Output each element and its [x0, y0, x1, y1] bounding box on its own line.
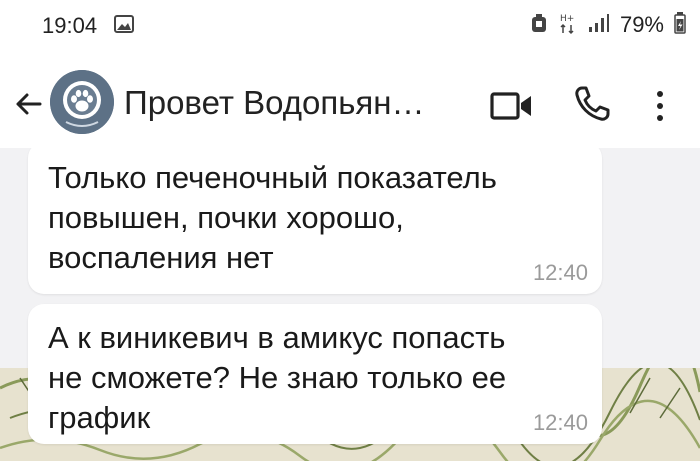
status-bar: 19:04 H+ 79%: [0, 0, 700, 56]
video-call-icon[interactable]: [488, 86, 536, 126]
back-arrow-icon[interactable]: [10, 86, 46, 122]
more-options-icon[interactable]: [648, 86, 672, 126]
status-time: 19:04: [42, 13, 98, 38]
battery-icon: [674, 11, 686, 39]
phone-icon[interactable]: [570, 82, 614, 126]
battery-percent: 79%: [619, 12, 664, 37]
gallery-notification-icon: [114, 15, 134, 38]
message-time: 12:40: [532, 260, 588, 285]
message-bubble[interactable]: А к виникевич в амикус попасть не сможет…: [28, 304, 602, 444]
message-text: А к виникевич в амикус попасть не сможет…: [48, 320, 507, 435]
contact-name[interactable]: Провет Водопьян…: [124, 84, 464, 122]
chat-messages-area[interactable]: Только печеночный показатель повышен, по…: [0, 148, 700, 461]
svg-text:H+: H+: [560, 14, 574, 24]
contact-avatar[interactable]: [50, 70, 114, 134]
message-text: Только печеночный показатель повышен, по…: [48, 160, 497, 275]
signal-icon: [588, 13, 610, 38]
message-bubble[interactable]: Только печеночный показатель повышен, по…: [28, 148, 602, 294]
alarm-icon: [530, 12, 548, 39]
hplus-data-icon: H+: [558, 11, 578, 40]
chat-header: Провет Водопьян…: [0, 56, 700, 148]
message-time: 12:40: [532, 410, 588, 435]
